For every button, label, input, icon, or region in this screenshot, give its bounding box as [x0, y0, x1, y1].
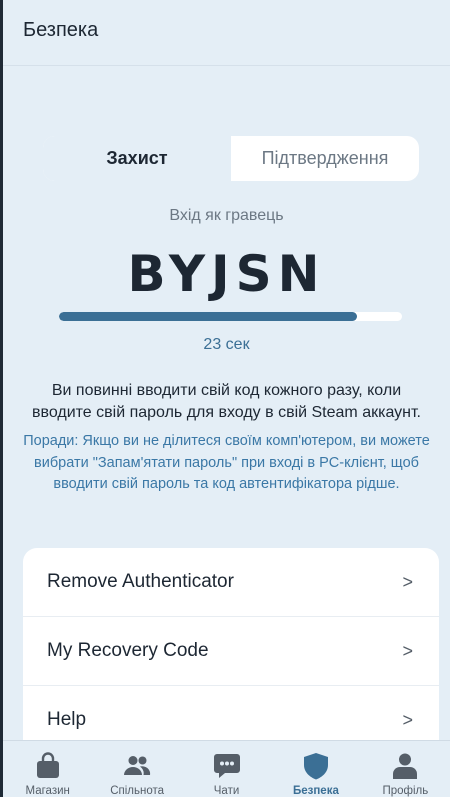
code-expiry-progress-fill: [59, 312, 358, 321]
tab-label: Магазин: [25, 785, 70, 797]
recovery-code-item[interactable]: My Recovery Code >: [23, 617, 439, 686]
app-screen: Безпека Захист Підтвердження Вхід як гра…: [3, 0, 450, 797]
code-timer: 23 сек: [203, 336, 250, 353]
tips-text: Поради: Якщо ви не ділитеся своїм комп'ю…: [23, 433, 430, 492]
tab-security[interactable]: Безпека: [271, 741, 360, 797]
segmented-control: Захист Підтвердження: [43, 136, 419, 181]
menu-item-label: Help: [47, 709, 87, 730]
chevron-right-icon: >: [402, 709, 413, 730]
header: Безпека: [3, 0, 450, 66]
chevron-right-icon: >: [402, 640, 413, 661]
menu-item-label: Remove Authenticator: [47, 571, 234, 592]
person-icon: [393, 753, 418, 779]
login-as-label: Вхід як гравець: [169, 207, 284, 224]
tab-profile[interactable]: Профіль: [361, 741, 450, 797]
tab-label: Профіль: [382, 785, 429, 797]
tab-label: Чати: [213, 785, 240, 797]
tab-guard[interactable]: Захист: [43, 136, 231, 181]
tab-label: Спільнота: [110, 785, 165, 797]
chat-bubble-icon: [213, 754, 240, 778]
people-icon: [124, 756, 151, 775]
shield-icon: [303, 753, 328, 780]
code-expiry-progress: [59, 312, 402, 321]
tab-community[interactable]: Спільнота: [92, 741, 181, 797]
tab-store[interactable]: Магазин: [3, 741, 92, 797]
tab-chats[interactable]: Чати: [182, 741, 271, 797]
chevron-right-icon: >: [402, 571, 413, 592]
bottom-tab-bar: Магазин Спільнота Чати Безпека Профіль: [3, 740, 450, 797]
page-title: Безпека: [23, 19, 99, 41]
tab-label: Безпека: [292, 785, 339, 797]
remove-authenticator-item[interactable]: Remove Authenticator >: [23, 548, 439, 617]
guard-code: BYJSN: [127, 245, 326, 303]
shopping-bag-icon: [36, 752, 59, 778]
tab-confirmations[interactable]: Підтвердження: [231, 136, 419, 181]
info-text: Ви повинні вводити свій код кожного разу…: [32, 382, 421, 421]
menu-item-label: My Recovery Code: [47, 640, 209, 661]
